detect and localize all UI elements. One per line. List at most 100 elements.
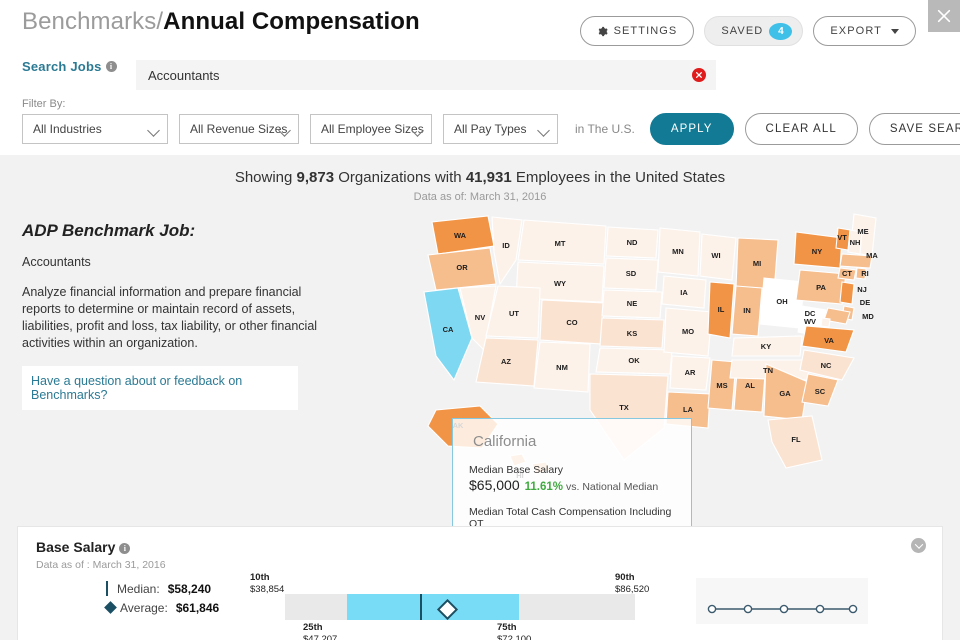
apply-button[interactable]: APPLY: [650, 113, 734, 145]
summary-suffix: Employees in the United States: [512, 169, 725, 186]
svg-text:KY: KY: [761, 342, 771, 351]
trend-sparkline[interactable]: [696, 578, 868, 624]
feedback-link[interactable]: Have a question about or feedback on Ben…: [22, 366, 298, 410]
svg-text:OR: OR: [456, 263, 468, 272]
results-summary: Showing 9,873 Organizations with 41,931 …: [0, 169, 960, 186]
benchmarks-app: Benchmarks/Annual Compensation SETTINGS …: [0, 0, 960, 640]
sparkline-svg: [696, 578, 868, 624]
export-label: EXPORT: [830, 25, 882, 37]
tooltip-median-base: Median Base Salary $65,00011.61%vs. Nati…: [469, 464, 675, 493]
close-button[interactable]: [928, 0, 960, 32]
percentile-range-bar[interactable]: [285, 594, 635, 620]
filter-by-label: Filter By:: [22, 98, 65, 110]
chevron-down-icon: [891, 29, 899, 34]
benchmark-job-description: Analyze financial information and prepar…: [22, 284, 322, 352]
svg-text:TX: TX: [619, 403, 629, 412]
average-value: $61,846: [176, 601, 219, 615]
search-box[interactable]: [136, 60, 716, 90]
chevron-down-icon: [537, 124, 550, 137]
svg-text:MD: MD: [862, 312, 874, 321]
percentile-90th-label-text: 90th: [615, 572, 649, 584]
svg-text:ME: ME: [857, 227, 868, 236]
svg-text:NM: NM: [556, 363, 568, 372]
search-input[interactable]: [136, 60, 692, 90]
percentile-75th-value: $72,100: [497, 634, 531, 640]
svg-text:MI: MI: [753, 259, 761, 268]
revenue-sizes-select[interactable]: All Revenue Sizes: [179, 114, 299, 144]
save-search-button[interactable]: SAVE SEARCH: [869, 113, 960, 145]
page-header: Benchmarks/Annual Compensation SETTINGS …: [0, 0, 960, 155]
gear-icon: [597, 26, 608, 37]
benchmark-job-heading: ADP Benchmark Job:: [22, 221, 322, 241]
svg-text:IA: IA: [680, 288, 688, 297]
search-jobs-label: Search Jobs: [22, 59, 102, 74]
svg-text:CA: CA: [443, 325, 454, 334]
collapse-button[interactable]: [911, 538, 926, 553]
summary-mid: Organizations with: [334, 169, 466, 186]
tooltip-state-name: California: [473, 433, 675, 450]
benchmark-job-name: Accountants: [22, 255, 322, 269]
svg-text:PA: PA: [816, 283, 826, 292]
saved-button[interactable]: SAVED 4: [704, 16, 803, 46]
svg-text:VT: VT: [837, 233, 847, 242]
scope-label: in The U.S.: [575, 122, 635, 136]
median-label: Median:: [117, 582, 160, 596]
svg-text:TN: TN: [763, 366, 773, 375]
median-marker-icon: [106, 581, 108, 596]
svg-text:SD: SD: [626, 269, 637, 278]
chevron-down-icon: [147, 124, 160, 137]
summary-as-of: Data as of: March 31, 2016: [0, 191, 960, 203]
summary-employees: 41,931: [466, 169, 512, 186]
info-icon[interactable]: i: [119, 543, 130, 554]
svg-text:NJ: NJ: [857, 285, 867, 294]
svg-text:VA: VA: [824, 336, 834, 345]
percentile-25th-label: 25th $47,207: [303, 622, 337, 640]
close-icon: [695, 71, 703, 79]
average-stat: Average: $61,846: [106, 598, 219, 617]
percentile-10th-label: 10th: [250, 572, 284, 584]
industries-select[interactable]: All Industries: [22, 114, 168, 144]
percentile-10th-value: $38,854: [250, 584, 284, 595]
breadcrumb-parent[interactable]: Benchmarks/: [22, 8, 163, 35]
svg-text:NH: NH: [850, 238, 861, 247]
svg-text:MT: MT: [555, 239, 566, 248]
svg-text:UT: UT: [509, 309, 519, 318]
info-icon[interactable]: i: [106, 61, 117, 72]
pay-types-select-value: All Pay Types: [454, 122, 526, 136]
percentile-25th-label-text: 25th: [303, 622, 337, 634]
svg-text:CO: CO: [566, 318, 577, 327]
svg-text:OK: OK: [628, 356, 640, 365]
saved-label: SAVED: [721, 25, 763, 37]
state-NJ: [840, 282, 854, 304]
tooltip-median-base-value: $65,000: [469, 477, 520, 493]
state-DC: [821, 318, 830, 327]
median-value: $58,240: [168, 582, 211, 596]
page-title: Benchmarks/Annual Compensation: [22, 8, 420, 36]
summary-organizations: 9,873: [297, 169, 335, 186]
revenue-sizes-select-value: All Revenue Sizes: [190, 122, 287, 136]
settings-button[interactable]: SETTINGS: [580, 16, 695, 46]
export-button[interactable]: EXPORT: [813, 16, 916, 46]
svg-text:DE: DE: [860, 298, 870, 307]
clear-all-button[interactable]: CLEAR ALL: [745, 113, 858, 145]
svg-text:GA: GA: [779, 389, 791, 398]
filter-bar: All Industries All Revenue Sizes All Emp…: [22, 113, 960, 145]
settings-label: SETTINGS: [614, 25, 678, 37]
employee-sizes-select[interactable]: All Employee Sizes: [310, 114, 432, 144]
svg-text:NV: NV: [475, 313, 485, 322]
saved-count-badge: 4: [769, 23, 792, 40]
svg-text:AZ: AZ: [501, 357, 511, 366]
base-salary-title-text: Base Salary: [36, 539, 115, 555]
base-salary-stats: Median: $58,240 Average: $61,846: [106, 579, 219, 617]
clear-search-button[interactable]: [692, 68, 706, 82]
pay-types-select[interactable]: All Pay Types: [443, 114, 558, 144]
percentile-label-10th: 10th $38,854: [250, 572, 284, 596]
average-label: Average:: [120, 601, 168, 615]
average-marker-icon: [104, 601, 117, 614]
percentile-25th-value: $47,207: [303, 634, 337, 640]
breadcrumb-current: Annual Compensation: [163, 8, 420, 35]
base-salary-title: Base Salary i: [36, 539, 130, 555]
svg-text:WA: WA: [454, 231, 467, 240]
industries-select-value: All Industries: [33, 122, 102, 136]
svg-text:MN: MN: [672, 247, 684, 256]
